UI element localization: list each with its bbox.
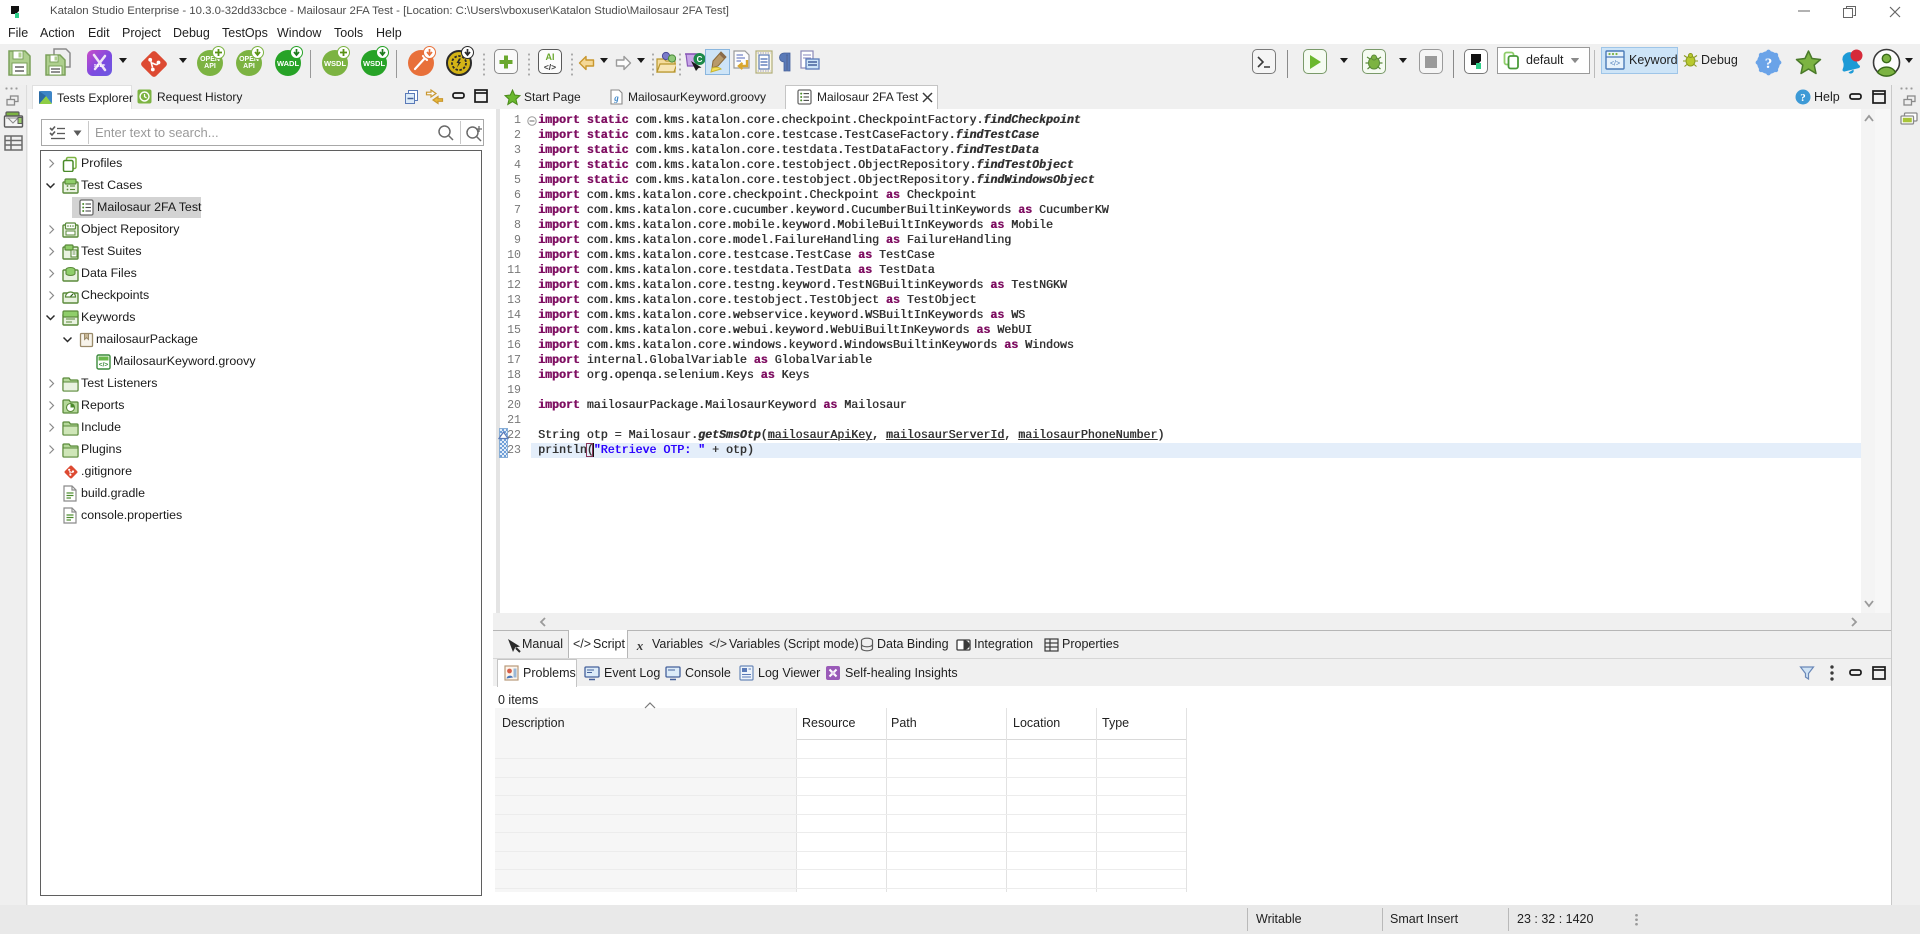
- svg-text:x: x: [636, 639, 644, 652]
- svg-text:SELF: SELF: [94, 63, 106, 68]
- svg-text:</>: </>: [99, 362, 109, 369]
- svg-text:?: ?: [1765, 56, 1773, 72]
- svg-text:C: C: [697, 55, 703, 64]
- svg-text:AI: AI: [546, 52, 555, 62]
- svg-text:g: g: [613, 93, 619, 103]
- svg-text:?: ?: [1800, 92, 1806, 104]
- svg-text:</>: </>: [1610, 61, 1620, 68]
- svg-text:</>: </>: [544, 62, 556, 72]
